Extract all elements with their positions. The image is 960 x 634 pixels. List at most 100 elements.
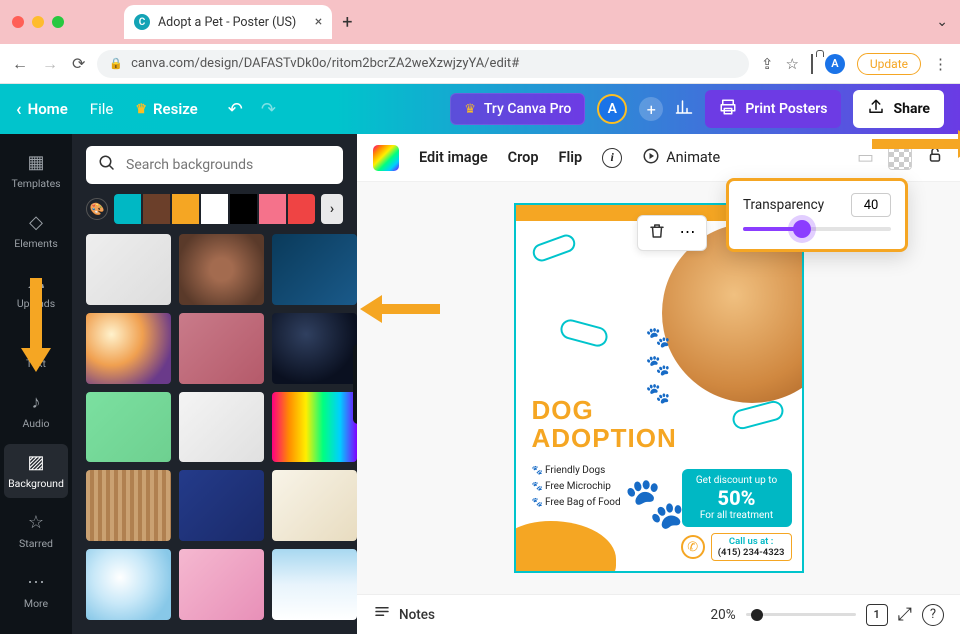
home-label: Home [28, 100, 68, 118]
notes-label: Notes [399, 607, 435, 623]
position-icon[interactable]: ▭ [857, 147, 874, 168]
file-menu[interactable]: File [90, 100, 114, 118]
crop-button[interactable]: Crop [508, 149, 539, 166]
color-swatch[interactable] [259, 194, 286, 224]
print-posters-button[interactable]: Print Posters [705, 90, 841, 128]
rail-starred[interactable]: ☆Starred [4, 504, 68, 558]
background-grid [72, 234, 357, 634]
color-indicator[interactable] [373, 145, 399, 171]
animate-button[interactable]: Animate [642, 147, 720, 169]
color-swatch[interactable] [288, 194, 315, 224]
paw-trail: 🐾 🐾 🐾 [646, 325, 671, 405]
resize-button[interactable]: ♛ Resize [135, 100, 197, 118]
forward-button[interactable]: → [42, 54, 58, 74]
background-thumbnail[interactable] [86, 470, 171, 541]
add-member-button[interactable]: + [639, 97, 663, 121]
lock-icon[interactable] [926, 146, 944, 169]
user-avatar[interactable]: A [597, 94, 627, 124]
color-swatch[interactable] [172, 194, 199, 224]
palette-icon[interactable]: 🎨 [86, 198, 108, 220]
try-pro-label: Try Canva Pro [484, 101, 571, 117]
browser-tab[interactable]: C Adopt a Pet - Poster (US) × [124, 5, 332, 39]
tabs-overflow-icon[interactable]: ⌄ [936, 14, 948, 30]
feature-item: Free Bag of Food [532, 497, 621, 508]
zoom-label: 20% [711, 607, 736, 623]
rail-background[interactable]: ▨Background [4, 444, 68, 498]
share-icon [867, 98, 885, 120]
element-more-icon[interactable]: ⋯ [680, 222, 696, 244]
undo-button[interactable]: ↶ [228, 99, 243, 120]
search-input[interactable] [126, 157, 331, 173]
new-tab-button[interactable]: + [342, 12, 352, 33]
rail-templates[interactable]: ▦Templates [4, 144, 68, 198]
animate-icon [642, 147, 660, 169]
background-thumbnail[interactable] [272, 392, 357, 463]
rail-text[interactable]: TText [4, 324, 68, 378]
try-pro-button[interactable]: ♛ Try Canva Pro [450, 93, 585, 125]
reload-button[interactable]: ⟳ [72, 54, 85, 73]
background-thumbnail[interactable] [272, 470, 357, 541]
notes-button[interactable]: Notes [373, 604, 435, 626]
app-header: ‹ Home File ♛ Resize ↶ ↷ ♛ Try Canva Pro… [0, 84, 960, 134]
close-window-dot[interactable] [12, 16, 24, 28]
color-swatch[interactable] [201, 194, 228, 224]
share-button[interactable]: Share [853, 90, 944, 128]
info-icon[interactable]: i [602, 148, 622, 168]
zoom-slider[interactable] [746, 613, 856, 616]
background-thumbnail[interactable] [272, 313, 357, 384]
transparency-button[interactable] [888, 146, 912, 170]
browser-menu-icon[interactable]: ⋮ [933, 55, 948, 73]
background-icon: ▨ [27, 452, 44, 473]
background-thumbnail[interactable] [86, 392, 171, 463]
color-swatch[interactable] [143, 194, 170, 224]
background-thumbnail[interactable] [179, 313, 264, 384]
delete-element-icon[interactable] [648, 222, 666, 244]
rail-more[interactable]: ⋯More [4, 564, 68, 618]
swatches-next-button[interactable]: › [321, 194, 343, 224]
background-thumbnail[interactable] [179, 392, 264, 463]
background-thumbnail[interactable] [272, 549, 357, 620]
color-swatch[interactable] [114, 194, 141, 224]
redo-button[interactable]: ↷ [261, 99, 276, 120]
poster-title-line1[interactable]: DOG [532, 395, 594, 426]
transparency-input[interactable] [851, 193, 891, 217]
rail-uploads[interactable]: ☁︎Uploads [4, 264, 68, 318]
background-thumbnail[interactable] [179, 549, 264, 620]
transparency-slider[interactable] [743, 227, 891, 231]
url-field[interactable]: 🔒 canva.com/design/DAFASTvDk0o/ritom2bcr… [97, 50, 748, 78]
background-thumbnail[interactable] [86, 549, 171, 620]
home-button[interactable]: ‹ Home [16, 99, 68, 120]
share-page-icon[interactable]: ⇪ [761, 55, 774, 73]
phone-block[interactable]: ✆ Call us at : (415) 234-4323 [681, 533, 792, 561]
promo-box[interactable]: Get discount up to 50% For all treatment [682, 469, 792, 527]
minimize-window-dot[interactable] [32, 16, 44, 28]
chevron-left-icon: ‹ [16, 99, 22, 120]
rail-audio[interactable]: ♪Audio [4, 384, 68, 438]
poster-canvas[interactable]: ⋯ ⧉ 🐾 🐾 🐾 DOG ADOPTION Friendly Dogs Fre… [514, 203, 804, 573]
flip-button[interactable]: Flip [559, 149, 583, 166]
color-swatch[interactable] [230, 194, 257, 224]
maximize-window-dot[interactable] [52, 16, 64, 28]
close-tab-icon[interactable]: × [315, 14, 322, 30]
profile-avatar[interactable]: A [825, 54, 845, 74]
poster-title-line2[interactable]: ADOPTION [532, 423, 677, 454]
search-backgrounds[interactable] [86, 146, 343, 184]
poster-features[interactable]: Friendly Dogs Free Microchip Free Bag of… [532, 465, 621, 508]
extensions-icon[interactable] [811, 55, 813, 73]
background-thumbnail[interactable] [179, 470, 264, 541]
fullscreen-icon[interactable]: ⤢ [898, 604, 912, 625]
help-icon[interactable]: ? [922, 604, 944, 626]
background-thumbnail[interactable] [272, 234, 357, 305]
back-button[interactable]: ← [12, 54, 28, 74]
background-thumbnail[interactable] [179, 234, 264, 305]
more-icon: ⋯ [27, 572, 45, 593]
update-button[interactable]: Update [857, 53, 921, 75]
insights-icon[interactable] [675, 98, 693, 121]
page-indicator[interactable]: 1 [866, 604, 888, 626]
bookmark-icon[interactable]: ☆ [785, 55, 798, 73]
background-thumbnail[interactable] [86, 313, 171, 384]
element-mini-toolbar: ⋯ [637, 215, 707, 251]
edit-image-button[interactable]: Edit image [419, 149, 488, 166]
rail-elements[interactable]: ◇Elements [4, 204, 68, 258]
background-thumbnail[interactable] [86, 234, 171, 305]
